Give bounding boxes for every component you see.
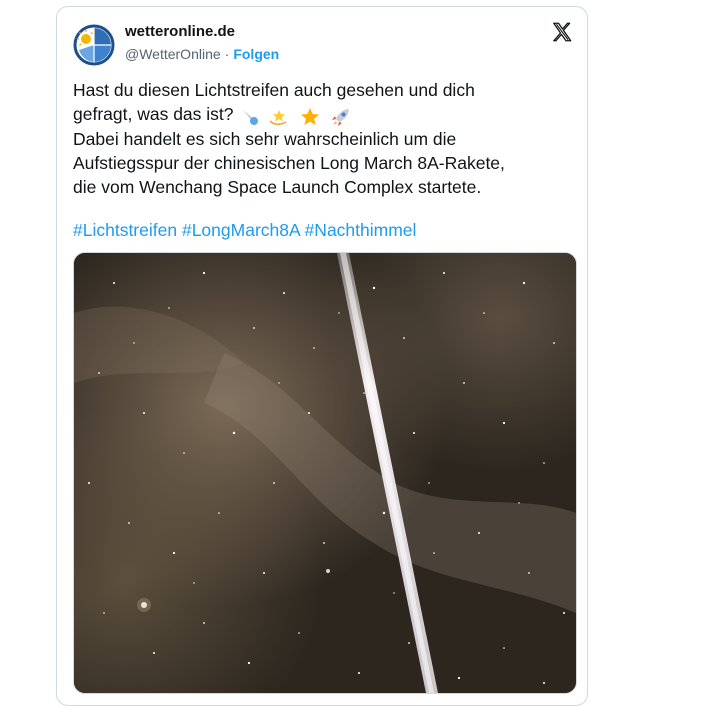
tweet-text-line: gefragt, was das ist? [73, 102, 573, 127]
tweet-card[interactable]: wetteronline.de @WetterOnline · Folgen Has… [56, 6, 588, 706]
account-name[interactable]: wetteronline.de [125, 22, 235, 42]
comet-icon [242, 109, 258, 125]
separator: · [224, 46, 230, 62]
tweet-text-line: Dabei handelt es sich sehr wahrscheinlic… [73, 129, 457, 150]
avatar[interactable] [73, 24, 115, 66]
hashtag-longmarch8a[interactable]: #LongMarch8A [182, 220, 300, 240]
tweet-text-line: Aufstiegsspur der chinesischen Long Marc… [73, 153, 505, 174]
emoji-group [240, 103, 357, 127]
account-meta: @WetterOnline · Folgen [125, 44, 279, 64]
hashtag-row: #Lichtstreifen #LongMarch8A #Nachthimmel [73, 218, 416, 242]
hashtag-nachthimmel[interactable]: #Nachthimmel [305, 220, 417, 240]
hashtag-lichtstreifen[interactable]: #Lichtstreifen [73, 220, 177, 240]
tweet-text-line: Hast du diesen Lichtstreifen auch gesehe… [73, 80, 475, 100]
tweet-text: Hast du diesen Lichtstreifen auch gesehe… [73, 78, 573, 199]
account-handle[interactable]: @WetterOnline [125, 46, 221, 62]
follow-button[interactable]: Folgen [233, 46, 279, 62]
star-icon [301, 107, 320, 125]
tweet-photo[interactable] [73, 252, 577, 694]
x-logo-icon[interactable] [551, 21, 573, 43]
wetteronline-logo-icon [73, 24, 115, 66]
dizzy-icon [269, 109, 287, 125]
night-sky-image [74, 253, 576, 693]
rocket-icon [332, 108, 350, 126]
tweet-text-fragment: gefragt, was das ist? [73, 104, 234, 124]
tweet-text-line: die vom Wenchang Space Launch Complex st… [73, 177, 482, 198]
